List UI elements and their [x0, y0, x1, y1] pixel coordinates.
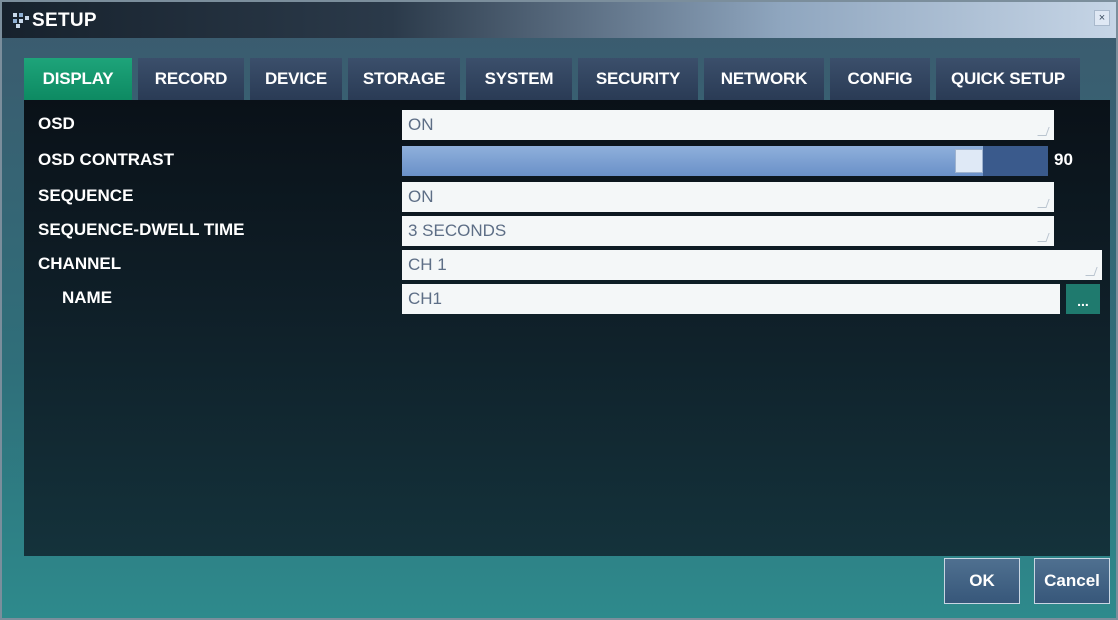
sequence-dwell-time-select[interactable]: 3 SECONDS: [402, 216, 1054, 246]
osd-contrast-row: OSD CONTRAST 90: [24, 144, 1110, 178]
name-input[interactable]: CH1: [402, 284, 1060, 314]
tab-device[interactable]: DEVICE: [250, 58, 342, 100]
sequence-dwell-time-row: SEQUENCE-DWELL TIME 3 SECONDS: [24, 214, 1110, 248]
sequence-dwell-time-value: 3 SECONDS: [408, 221, 507, 240]
slider-fill: [402, 146, 983, 176]
osd-value: ON: [408, 115, 434, 134]
slider-thumb[interactable]: [955, 149, 983, 173]
close-button[interactable]: ×: [1094, 10, 1110, 26]
tab-system[interactable]: SYSTEM: [466, 58, 572, 100]
tab-display[interactable]: DISPLAY: [24, 58, 132, 100]
channel-value: CH 1: [408, 255, 447, 274]
osd-label: OSD: [38, 114, 75, 133]
osd-row: OSD ON: [24, 108, 1110, 142]
cancel-button[interactable]: Cancel: [1034, 558, 1110, 604]
setup-window: SETUP × DISPLAY RECORD DEVICE STORAGE SY…: [0, 0, 1118, 620]
name-value: CH1: [408, 289, 443, 308]
channel-label: CHANNEL: [38, 254, 122, 273]
sequence-dwell-time-label: SEQUENCE-DWELL TIME: [38, 220, 245, 239]
dropdown-arrow-icon: [1037, 233, 1050, 242]
osd-contrast-slider[interactable]: [402, 146, 1048, 176]
osd-contrast-label: OSD CONTRAST: [38, 150, 174, 169]
tab-network[interactable]: NETWORK: [704, 58, 824, 100]
channel-select[interactable]: CH 1: [402, 250, 1102, 280]
sequence-select[interactable]: ON: [402, 182, 1054, 212]
tab-config[interactable]: CONFIG: [830, 58, 930, 100]
dropdown-arrow-icon: [1085, 267, 1098, 276]
name-edit-button[interactable]: ...: [1066, 284, 1100, 314]
sequence-label: SEQUENCE: [38, 186, 134, 205]
tab-record[interactable]: RECORD: [138, 58, 244, 100]
name-label: NAME: [62, 288, 113, 307]
dropdown-arrow-icon: [1037, 199, 1050, 208]
tab-quick-setup[interactable]: QUICK SETUP: [936, 58, 1080, 100]
tab-storage[interactable]: STORAGE: [348, 58, 460, 100]
osd-select[interactable]: ON: [402, 110, 1054, 140]
tab-security[interactable]: SECURITY: [578, 58, 698, 100]
osd-contrast-value: 90: [1054, 150, 1073, 169]
grid-dots-icon: [13, 13, 29, 28]
name-row: NAME CH1 ...: [24, 282, 1110, 316]
display-settings-panel: OSD ON OSD CONTRAST 90 SEQUENCE ON SEQUE…: [24, 100, 1110, 556]
sequence-value: ON: [408, 187, 434, 206]
dropdown-arrow-icon: [1037, 127, 1050, 136]
tab-bar: DISPLAY RECORD DEVICE STORAGE SYSTEM SEC…: [24, 58, 1080, 100]
window-title: SETUP: [32, 10, 97, 31]
ok-button[interactable]: OK: [944, 558, 1020, 604]
title-bar: SETUP ×: [2, 2, 1116, 38]
channel-row: CHANNEL CH 1: [24, 248, 1110, 282]
sequence-row: SEQUENCE ON: [24, 180, 1110, 214]
